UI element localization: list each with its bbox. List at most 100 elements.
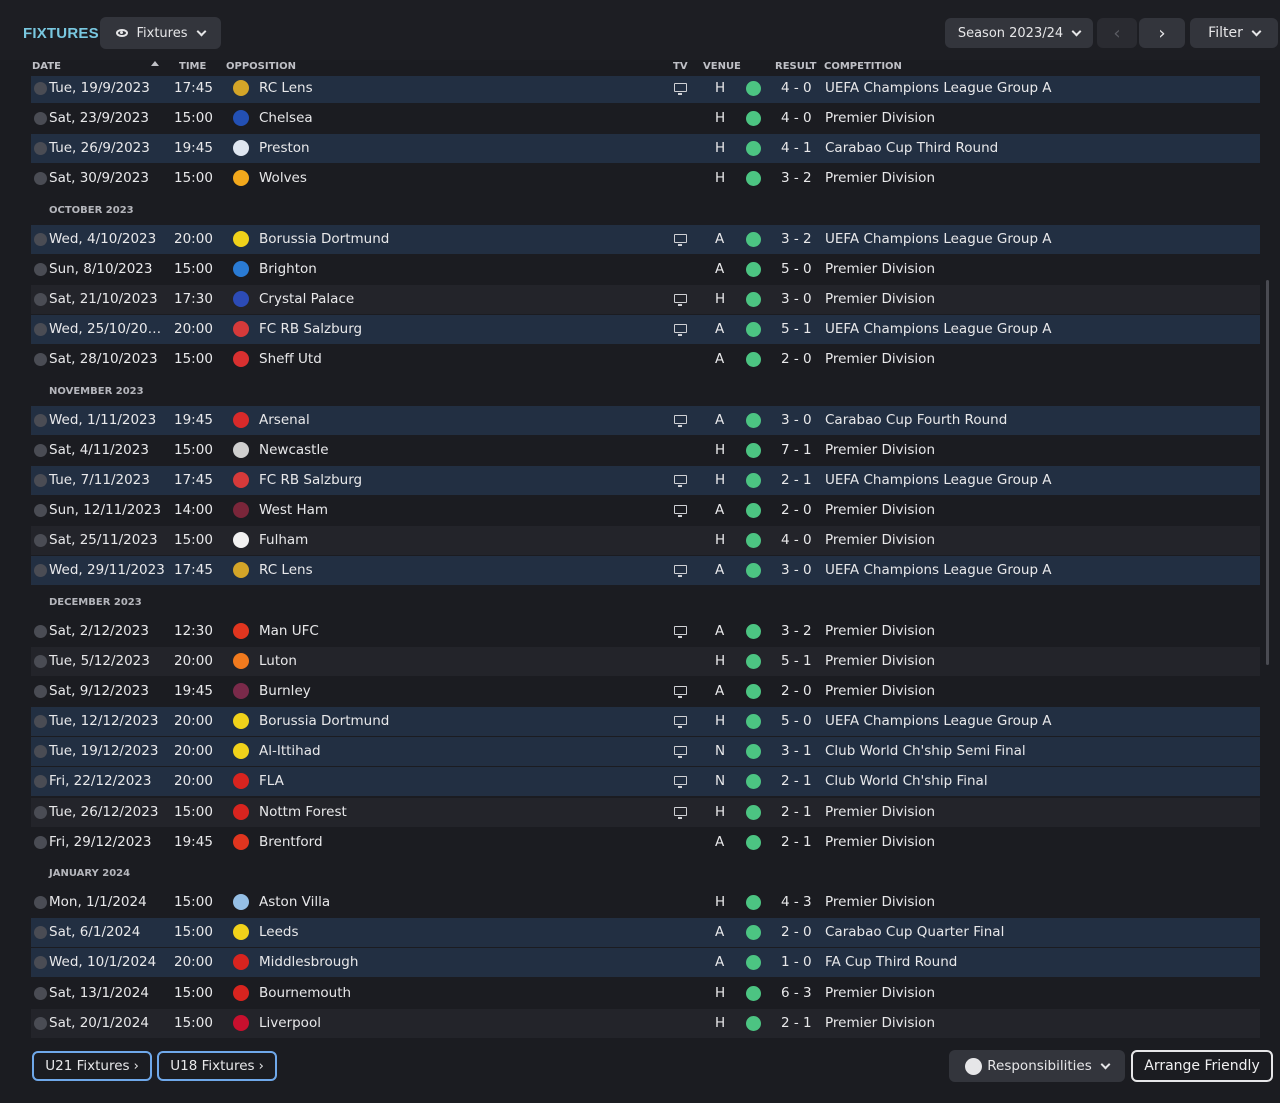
fixture-competition[interactable]: Premier Division	[825, 804, 935, 820]
column-header-venue[interactable]: VENUE	[703, 61, 741, 72]
responsibilities-button[interactable]: Responsibilities	[949, 1050, 1125, 1082]
fixture-opposition[interactable]: Bournemouth	[259, 985, 351, 1001]
fixture-row[interactable]: Sat, 23/9/2023 15:00 Chelsea H 4 - 0 Premier …	[31, 104, 1260, 133]
fixture-result[interactable]: 2 - 1	[781, 804, 812, 820]
fixture-opposition[interactable]: Brentford	[259, 834, 323, 850]
fixture-competition[interactable]: Premier Division	[825, 1015, 935, 1031]
fixture-result[interactable]: 2 - 0	[781, 351, 812, 367]
filter-button[interactable]: Filter	[1190, 18, 1278, 48]
fixture-competition[interactable]: Carabao Cup Third Round	[825, 140, 998, 156]
fixture-result[interactable]: 3 - 0	[781, 562, 812, 578]
fixture-opposition[interactable]: Aston Villa	[259, 894, 330, 910]
fixture-opposition[interactable]: Newcastle	[259, 442, 329, 458]
fixture-competition[interactable]: UEFA Champions League Group A	[825, 321, 1052, 337]
fixture-competition[interactable]: UEFA Champions League Group A	[825, 562, 1052, 578]
column-header-opposition[interactable]: OPPOSITION	[226, 61, 296, 72]
fixture-result[interactable]: 6 - 3	[781, 985, 812, 1001]
fixture-row[interactable]: Wed, 25/10/20… 20:00 FC RB Salzburg A 5 - 1 U…	[31, 315, 1260, 344]
column-header-tv[interactable]: TV	[673, 61, 688, 72]
fixture-row[interactable]: Sat, 20/1/2024 15:00 Liverpool H 2 - 1 Premie…	[31, 1009, 1260, 1038]
fixture-row[interactable]: Tue, 26/12/2023 15:00 Nottm Forest H 2 - 1 Pr…	[31, 798, 1260, 827]
fixture-opposition[interactable]: Nottm Forest	[259, 804, 347, 820]
fixture-opposition[interactable]: RC Lens	[259, 80, 313, 96]
fixture-opposition[interactable]: FC RB Salzburg	[259, 472, 362, 488]
fixture-opposition[interactable]: RC Lens	[259, 562, 313, 578]
fixture-row[interactable]: Sat, 21/10/2023 17:30 Crystal Palace H 3 - 0…	[31, 285, 1260, 314]
fixture-row[interactable]: Tue, 26/9/2023 19:45 Preston H 4 - 1 Carabao …	[31, 134, 1260, 163]
fixture-result[interactable]: 4 - 0	[781, 110, 812, 126]
fixture-opposition[interactable]: Burnley	[259, 683, 311, 699]
fixture-result[interactable]: 3 - 2	[781, 231, 812, 247]
fixture-row[interactable]: Wed, 1/11/2023 19:45 Arsenal A 3 - 0 Carabao …	[31, 406, 1260, 435]
fixture-competition[interactable]: Premier Division	[825, 442, 935, 458]
fixture-result[interactable]: 7 - 1	[781, 442, 812, 458]
fixture-result[interactable]: 4 - 1	[781, 140, 812, 156]
fixture-row[interactable]: Tue, 7/11/2023 17:45 FC RB Salzburg H 2 - 1 U…	[31, 466, 1260, 495]
fixture-row[interactable]: Sat, 13/1/2024 15:00 Bournemouth H 6 - 3 Prem…	[31, 979, 1260, 1008]
fixture-competition[interactable]: Premier Division	[825, 834, 935, 850]
fixture-result[interactable]: 4 - 3	[781, 894, 812, 910]
fixture-competition[interactable]: Club World Ch'ship Semi Final	[825, 743, 1026, 759]
fixture-row[interactable]: Sun, 12/11/2023 14:00 West Ham A 2 - 0 Premie…	[31, 496, 1260, 525]
fixture-competition[interactable]: Premier Division	[825, 110, 935, 126]
fixture-opposition[interactable]: FC RB Salzburg	[259, 321, 362, 337]
fixture-row[interactable]: Wed, 10/1/2024 20:00 Middlesbrough A 1 - 0 FA…	[31, 948, 1260, 977]
fixture-result[interactable]: 2 - 1	[781, 773, 812, 789]
fixture-result[interactable]: 2 - 0	[781, 502, 812, 518]
fixture-row[interactable]: Tue, 19/12/2023 20:00 Al-Ittihad N 3 - 1 Club…	[31, 737, 1260, 766]
fixture-result[interactable]: 1 - 0	[781, 954, 812, 970]
fixture-competition[interactable]: Premier Division	[825, 894, 935, 910]
fixture-competition[interactable]: Premier Division	[825, 502, 935, 518]
view-dropdown[interactable]: Fixtures	[100, 17, 221, 49]
fixture-competition[interactable]: Premier Division	[825, 683, 935, 699]
fixture-competition[interactable]: UEFA Champions League Group A	[825, 80, 1052, 96]
fixture-competition[interactable]: Premier Division	[825, 291, 935, 307]
fixture-row[interactable]: Sat, 30/9/2023 15:00 Wolves H 3 - 2 Premier D…	[31, 164, 1260, 193]
fixture-row[interactable]: Sat, 25/11/2023 15:00 Fulham H 4 - 0 Premier …	[31, 526, 1260, 555]
fixture-result[interactable]: 2 - 0	[781, 924, 812, 940]
fixture-result[interactable]: 4 - 0	[781, 80, 812, 96]
fixture-competition[interactable]: Premier Division	[825, 532, 935, 548]
fixture-row[interactable]: Tue, 12/12/2023 20:00 Borussia Dortmund H 5 …	[31, 707, 1260, 736]
fixture-result[interactable]: 2 - 1	[781, 1015, 812, 1031]
fixture-result[interactable]: 2 - 0	[781, 683, 812, 699]
fixture-result[interactable]: 3 - 2	[781, 623, 812, 639]
fixture-opposition[interactable]: Preston	[259, 140, 310, 156]
fixture-opposition[interactable]: Middlesbrough	[259, 954, 358, 970]
fixture-result[interactable]: 3 - 1	[781, 743, 812, 759]
fixture-result[interactable]: 5 - 1	[781, 653, 812, 669]
u21-fixtures-button[interactable]: U21 Fixtures ›	[32, 1051, 152, 1081]
fixture-opposition[interactable]: Borussia Dortmund	[259, 713, 389, 729]
fixture-competition[interactable]: UEFA Champions League Group A	[825, 472, 1052, 488]
fixture-opposition[interactable]: West Ham	[259, 502, 328, 518]
fixture-result[interactable]: 5 - 1	[781, 321, 812, 337]
fixture-result[interactable]: 5 - 0	[781, 261, 812, 277]
fixture-result[interactable]: 2 - 1	[781, 472, 812, 488]
fixture-row[interactable]: Tue, 19/9/2023 17:45 RC Lens H 4 - 0 UEFA Cha…	[31, 76, 1260, 103]
fixture-row[interactable]: Sat, 6/1/2024 15:00 Leeds A 2 - 0 Carabao Cup…	[31, 918, 1260, 947]
fixture-opposition[interactable]: Borussia Dortmund	[259, 231, 389, 247]
fixture-opposition[interactable]: Luton	[259, 653, 297, 669]
fixture-opposition[interactable]: Chelsea	[259, 110, 313, 126]
fixture-opposition[interactable]: Crystal Palace	[259, 291, 354, 307]
fixture-row[interactable]: Sun, 8/10/2023 15:00 Brighton A 5 - 0 Premier…	[31, 255, 1260, 284]
fixture-row[interactable]: Sat, 4/11/2023 15:00 Newcastle H 7 - 1 Premie…	[31, 436, 1260, 465]
fixture-row[interactable]: Wed, 4/10/2023 20:00 Borussia Dortmund A 3 -…	[31, 225, 1260, 254]
column-header-competition[interactable]: COMPETITION	[824, 61, 902, 72]
fixture-opposition[interactable]: Liverpool	[259, 1015, 321, 1031]
fixture-row[interactable]: Fri, 29/12/2023 19:45 Brentford A 2 - 1 Premi…	[31, 828, 1260, 857]
fixture-competition[interactable]: Premier Division	[825, 653, 935, 669]
fixture-row[interactable]: Sat, 28/10/2023 15:00 Sheff Utd A 2 - 0 Premi…	[31, 345, 1260, 374]
fixture-competition[interactable]: Carabao Cup Fourth Round	[825, 412, 1007, 428]
fixture-opposition[interactable]: Fulham	[259, 532, 308, 548]
fixture-competition[interactable]: Club World Ch'ship Final	[825, 773, 988, 789]
fixture-result[interactable]: 2 - 1	[781, 834, 812, 850]
fixture-competition[interactable]: UEFA Champions League Group A	[825, 231, 1052, 247]
fixture-competition[interactable]: Premier Division	[825, 623, 935, 639]
fixture-competition[interactable]: Premier Division	[825, 170, 935, 186]
column-header-date[interactable]: DATE	[32, 61, 61, 72]
fixture-row[interactable]: Wed, 29/11/2023 17:45 RC Lens A 3 - 0 UEFA Ch…	[31, 556, 1260, 585]
fixture-competition[interactable]: FA Cup Third Round	[825, 954, 957, 970]
fixture-result[interactable]: 3 - 0	[781, 412, 812, 428]
fixture-opposition[interactable]: Al-Ittihad	[259, 743, 321, 759]
